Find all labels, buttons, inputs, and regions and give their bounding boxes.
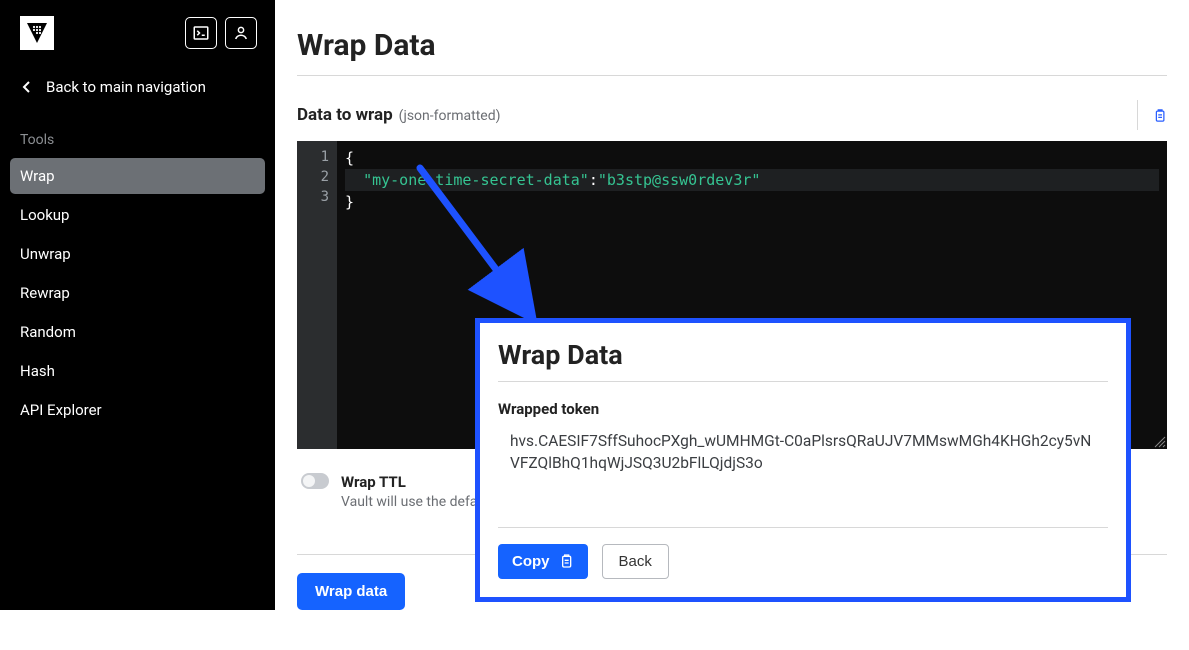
wrap-data-button[interactable]: Wrap data bbox=[297, 573, 405, 610]
sidebar-item-unwrap[interactable]: Unwrap bbox=[10, 236, 265, 272]
nav-items: Wrap Lookup Unwrap Rewrap Random Hash AP… bbox=[0, 158, 275, 431]
sidebar-section-label: Tools bbox=[0, 114, 275, 158]
wrap-ttl-label: Wrap TTL bbox=[341, 473, 485, 491]
overlay-section-label: Wrapped token bbox=[498, 382, 1108, 430]
terminal-button[interactable] bbox=[185, 17, 217, 49]
section-title: Data to wrap bbox=[297, 105, 393, 125]
back-nav-label: Back to main navigation bbox=[46, 78, 206, 96]
back-button[interactable]: Back bbox=[602, 544, 669, 579]
sidebar-item-random[interactable]: Random bbox=[10, 314, 265, 350]
back-nav[interactable]: Back to main navigation bbox=[0, 60, 275, 114]
sidebar-item-wrap[interactable]: Wrap bbox=[10, 158, 265, 194]
section-header: Data to wrap (json-formatted) bbox=[297, 76, 1167, 141]
sidebar-item-hash[interactable]: Hash bbox=[10, 353, 265, 389]
sidebar-top bbox=[0, 0, 275, 60]
wrap-ttl-hint: Vault will use the defau bbox=[341, 494, 485, 510]
vault-logo bbox=[20, 16, 54, 50]
sidebar: Back to main navigation Tools Wrap Looku… bbox=[0, 0, 275, 610]
clipboard-icon bbox=[558, 553, 574, 569]
resize-handle-icon[interactable] bbox=[1153, 435, 1167, 449]
overlay-title: Wrap Data bbox=[498, 339, 1108, 382]
sidebar-item-api-explorer[interactable]: API Explorer bbox=[10, 392, 265, 428]
wrapped-token-value: hvs.CAESIF7SffSuhocPXgh_wUMHMGt-C0aPlsrs… bbox=[498, 430, 1108, 528]
sidebar-item-rewrap[interactable]: Rewrap bbox=[10, 275, 265, 311]
result-overlay: Wrap Data Wrapped token hvs.CAESIF7SffSu… bbox=[475, 318, 1131, 602]
copy-json-button[interactable] bbox=[1137, 100, 1167, 130]
gutter: 123 bbox=[297, 141, 337, 449]
section-hint: (json-formatted) bbox=[399, 108, 501, 124]
copy-button[interactable]: Copy bbox=[498, 544, 588, 579]
wrap-ttl-toggle[interactable] bbox=[301, 473, 329, 489]
chevron-left-icon bbox=[22, 80, 32, 94]
overlay-buttons: Copy Back bbox=[498, 528, 1108, 579]
top-icons bbox=[185, 17, 257, 49]
sidebar-item-lookup[interactable]: Lookup bbox=[10, 197, 265, 233]
clipboard-icon bbox=[1152, 107, 1167, 124]
user-button[interactable] bbox=[225, 17, 257, 49]
page-title: Wrap Data bbox=[297, 28, 1167, 76]
